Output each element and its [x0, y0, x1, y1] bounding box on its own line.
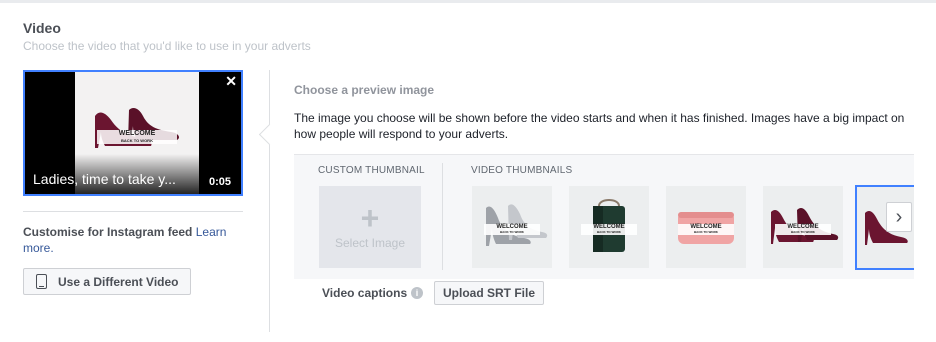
- selected-video-card[interactable]: WELCOME BACK TO WORK Ladies, time to take…: [23, 70, 243, 196]
- next-thumbnails-button[interactable]: ›: [886, 202, 912, 232]
- use-different-video-button[interactable]: Use a Different Video: [23, 268, 191, 295]
- section-subtitle: Choose the video that you'd like to use …: [23, 39, 311, 53]
- video-thumbnail[interactable]: WELCOME BACK TO WORK: [472, 186, 552, 268]
- left-divider: [23, 211, 243, 212]
- video-thumbnail[interactable]: WELCOME BACK TO WORK: [666, 186, 746, 268]
- custom-thumbnail-label: CUSTOM THUMBNAIL: [318, 165, 425, 176]
- upload-srt-button[interactable]: Upload SRT File: [434, 281, 544, 305]
- video-thumbnail[interactable]: WELCOME BACK TO WORK: [763, 186, 843, 268]
- chevron-right-icon: ›: [895, 206, 903, 228]
- info-icon[interactable]: i: [411, 287, 423, 299]
- pointer-caret: [258, 123, 281, 146]
- video-duration: 0:05: [208, 176, 231, 188]
- welcome-overlay: WELCOME BACK TO WORK: [581, 224, 637, 235]
- select-image-button[interactable]: + Select Image: [319, 186, 421, 268]
- close-icon[interactable]: ✕: [225, 73, 237, 90]
- use-different-video-label: Use a Different Video: [58, 274, 179, 289]
- column-divider: [269, 70, 270, 332]
- instagram-customise: Customise for Instagram feed Learn more.: [23, 224, 238, 256]
- select-image-label: Select Image: [334, 236, 406, 250]
- phone-icon: [36, 274, 47, 289]
- welcome-overlay: WELCOME BACK TO WORK: [97, 130, 177, 144]
- video-captions-label: Video captions: [322, 286, 408, 300]
- section-title: Video: [23, 20, 61, 36]
- panel-separator: [442, 163, 443, 270]
- welcome-overlay: WELCOME BACK TO WORK: [775, 224, 831, 235]
- plus-icon: +: [360, 200, 380, 236]
- video-title: Ladies, time to take y...: [33, 171, 176, 187]
- preview-title: Choose a preview image: [294, 83, 435, 97]
- thumbnail-panel: CUSTOM THUMBNAIL + Select Image VIDEO TH…: [294, 154, 914, 279]
- instagram-label: Customise for Instagram feed: [23, 225, 193, 239]
- welcome-overlay: WELCOME BACK TO WORK: [484, 224, 540, 235]
- welcome-overlay: WELCOME BACK TO WORK: [678, 224, 734, 235]
- video-thumbnails-label: VIDEO THUMBNAILS: [471, 165, 573, 176]
- video-thumbnail[interactable]: WELCOME BACK TO WORK: [569, 186, 649, 268]
- preview-description: The image you choose will be shown befor…: [294, 111, 905, 141]
- top-border: [0, 0, 936, 3]
